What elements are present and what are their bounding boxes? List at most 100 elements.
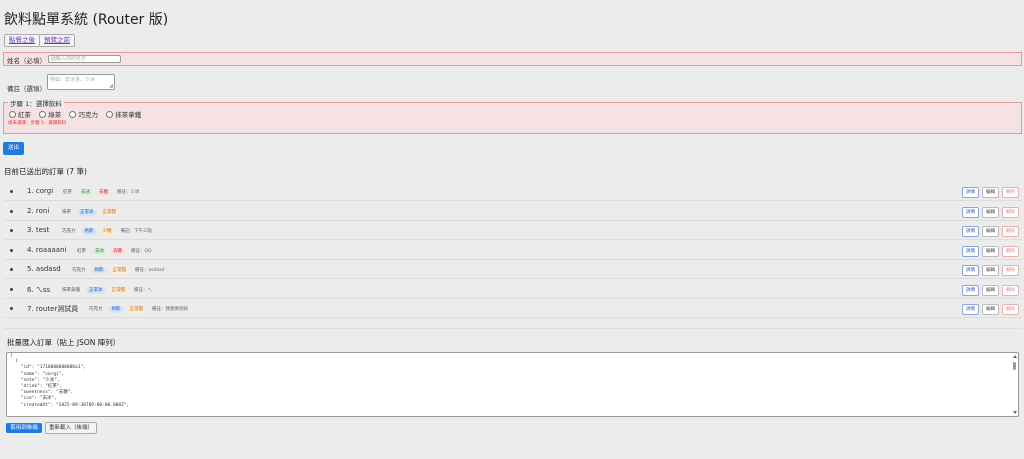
resize-handle-icon[interactable]: ◢ <box>109 83 113 89</box>
radio-drink-3[interactable]: 抹茶拿鐵 <box>106 110 141 119</box>
detail-button[interactable]: 詳情 <box>962 187 979 198</box>
section-divider <box>4 328 1022 329</box>
edit-button[interactable]: 編輯 <box>982 206 999 218</box>
delete-button[interactable]: 刪除 <box>1002 206 1019 218</box>
apply-backend-button[interactable]: 套用到後端 <box>6 423 42 433</box>
drink-tag: 抹茶拿鐵 <box>62 287 80 293</box>
delete-button[interactable]: 刪除 <box>1002 245 1019 257</box>
order-name: 5. asdasd <box>27 265 61 273</box>
orders-heading: 目前已送出的訂單 (7 筆) <box>4 167 87 176</box>
order-tags: 巧克力 熱飲 正常甜 備註：我想要測試 <box>86 306 194 313</box>
order-row: 7. router測試員 巧克力 熱飲 正常甜 備註：我想要測試 詳情 編輯 刪除 <box>4 300 1022 318</box>
ice-tag: 去糖 <box>110 247 125 255</box>
note-tag: 備註：asdasd <box>135 268 165 273</box>
list-bullet-icon <box>10 190 13 193</box>
submit-button[interactable]: 送出 <box>3 142 24 155</box>
note-tag: 備註：QQ <box>131 248 152 254</box>
delete-button[interactable]: 刪除 <box>1002 265 1019 276</box>
detail-button[interactable]: 詳情 <box>962 284 979 296</box>
ice-tag: 正常甜 <box>108 286 128 294</box>
radio-circle-icon[interactable] <box>69 110 77 118</box>
order-actions: 詳情 編輯 刪除 <box>959 245 1019 257</box>
edit-button[interactable]: 編輯 <box>982 187 999 198</box>
radio-drink-2[interactable]: 巧克力 <box>69 110 98 119</box>
scroll-down-icon[interactable] <box>1012 411 1017 414</box>
drink-tag: 巧克力 <box>89 307 103 312</box>
order-name: 1. corgi <box>27 187 54 195</box>
sweetness-tag: 熱飲 <box>91 267 107 274</box>
note-tag: 備註：我想要測試 <box>152 307 188 312</box>
sweetness-tag: 正常冰 <box>86 286 106 294</box>
edit-button[interactable]: 編輯 <box>982 226 999 237</box>
edit-button[interactable]: 編輯 <box>982 304 999 315</box>
edit-button[interactable]: 編輯 <box>982 284 999 296</box>
note-textarea[interactable]: 例如：去冰多、少冰 ◢ <box>47 74 115 90</box>
delete-button[interactable]: 刪除 <box>1002 304 1019 315</box>
radio-drink-1[interactable]: 綠茶 <box>39 110 61 119</box>
json-textarea[interactable]: [ { "id": "1710000000000a1", "name": "co… <box>6 352 1019 417</box>
radio-circle-icon[interactable] <box>9 110 16 118</box>
order-row: 6. ㄟss 抹茶拿鐵 正常冰 正常甜 備註：ㄟ 詳情 編輯 刪除 <box>4 281 1022 299</box>
radio-circle-icon[interactable] <box>39 110 47 118</box>
order-actions: 詳情 編輯 刪除 <box>959 187 1019 198</box>
delete-button[interactable]: 刪除 <box>1002 284 1019 296</box>
drink-tag: 綠茶 <box>62 209 71 215</box>
list-bullet-icon <box>10 287 13 291</box>
detail-button[interactable]: 詳情 <box>962 206 979 218</box>
order-tags: 抹茶拿鐵 正常冰 正常甜 備註：ㄟ <box>59 286 158 294</box>
note-placeholder: 例如：去冰多、少冰 <box>50 77 96 83</box>
ice-tag: 少糖 <box>99 228 115 235</box>
order-actions: 詳情 編輯 刪除 <box>959 304 1019 315</box>
json-line: "createdAt": "2025-09-30T09:00:00.000Z", <box>10 402 130 408</box>
ice-tag: 正常甜 <box>109 267 129 274</box>
drink-radio-group: 紅茶 綠茶 巧克力 抹茶拿鐵 <box>9 109 141 119</box>
scroll-up-icon[interactable] <box>1012 355 1017 358</box>
note-tag: 備註：少冰 <box>117 190 140 195</box>
step-legend: 步驟 1：選擇飲料 <box>8 98 64 108</box>
note-tag: 備註：下午三點 <box>120 229 153 234</box>
order-name: 3. test <box>27 226 50 234</box>
order-name: 7. router測試員 <box>27 305 79 313</box>
order-name: 6. ㄟss <box>27 285 51 294</box>
drink-tag: 紅茶 <box>77 248 86 254</box>
order-actions: 詳情 編輯 刪除 <box>959 226 1019 237</box>
order-actions: 詳情 編輯 刪除 <box>959 265 1019 276</box>
edit-button[interactable]: 編輯 <box>982 245 999 257</box>
note-tag: 備註：ㄟ <box>134 287 152 293</box>
reload-backend-button[interactable]: 重新載入（後端） <box>45 422 97 434</box>
order-tags: 綠茶 正常冰 正常甜 <box>59 208 131 216</box>
detail-button[interactable]: 詳情 <box>962 304 979 315</box>
drink-tag: 紅茶 <box>63 190 72 195</box>
order-tags: 巧克力 熱飲 少糖 備註：下午三點 <box>59 228 158 235</box>
list-bullet-icon <box>10 209 13 213</box>
delete-button[interactable]: 刪除 <box>1002 226 1019 237</box>
order-tags: 紅茶 去冰 去糖 備註：QQ <box>74 247 158 255</box>
edit-button[interactable]: 編輯 <box>982 265 999 276</box>
nav-link-order-after[interactable]: 點餐之後 <box>4 34 40 47</box>
scroll-thumb[interactable] <box>1013 362 1016 370</box>
name-label: 姓名（必填） <box>7 57 46 65</box>
list-bullet-icon <box>10 307 13 310</box>
drink-fieldset: 步驟 1：選擇飲料 紅茶 綠茶 巧克力 抹茶拿鐵 尚未選擇：步驟 1：選擇飲料 <box>3 98 1022 134</box>
detail-button[interactable]: 詳情 <box>962 245 979 257</box>
ice-tag: 正常甜 <box>126 306 146 313</box>
drink-error-text: 尚未選擇：步驟 1：選擇飲料 <box>8 121 67 126</box>
name-input[interactable]: 請輸入你的名字 <box>48 55 121 63</box>
order-name: 2. roni <box>27 206 50 215</box>
radio-circle-icon[interactable] <box>106 110 114 118</box>
order-row: 5. asdasd 巧克力 熱飲 正常甜 備註：asdasd 詳情 編輯 刪除 <box>4 261 1022 279</box>
order-tags: 巧克力 熱飲 正常甜 備註：asdasd <box>69 267 170 274</box>
json-scrollbar[interactable] <box>1012 354 1017 415</box>
list-bullet-icon <box>10 229 13 232</box>
json-content: [ { "id": "1710000000000a1", "name": "co… <box>7 353 1018 409</box>
nav-link-preview-before[interactable]: 預覽之前 <box>39 34 75 47</box>
sweetness-tag: 去冰 <box>92 247 107 255</box>
radio-drink-0[interactable]: 紅茶 <box>9 110 31 119</box>
ice-tag: 去糖 <box>96 189 111 196</box>
delete-button[interactable]: 刪除 <box>1002 187 1019 198</box>
drink-tag: 巧克力 <box>62 229 76 234</box>
page-title: 飲料點單系統 (Router 版) <box>4 12 169 28</box>
sweetness-tag: 熱飲 <box>81 228 97 235</box>
detail-button[interactable]: 詳情 <box>962 265 979 276</box>
detail-button[interactable]: 詳情 <box>962 226 979 237</box>
